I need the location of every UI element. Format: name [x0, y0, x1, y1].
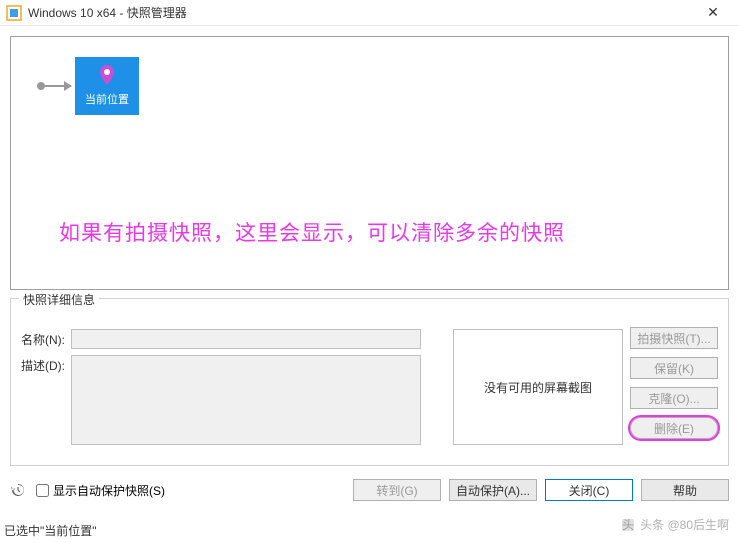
watermark-icon: 头	[620, 517, 636, 533]
bottom-buttons: 转到(G) 自动保护(A)... 关闭(C) 帮助	[353, 479, 729, 501]
delete-button[interactable]: 删除(E)	[630, 417, 718, 439]
name-input[interactable]	[71, 329, 421, 349]
name-label: 名称(N):	[21, 329, 71, 348]
details-legend: 快照详细信息	[19, 291, 99, 308]
history-icon[interactable]	[10, 482, 26, 498]
autoprotect-checkbox-label: 显示自动保护快照(S)	[53, 482, 165, 499]
current-position-node[interactable]: 当前位置	[75, 57, 139, 115]
keep-button[interactable]: 保留(K)	[630, 357, 718, 379]
autoprotect-checkbox-input[interactable]	[36, 484, 49, 497]
status-text: 已选中"当前位置"	[4, 522, 97, 539]
window-title: Windows 10 x64 - 快照管理器	[28, 4, 693, 21]
app-icon	[6, 5, 22, 21]
clone-button[interactable]: 克隆(O)...	[630, 387, 718, 409]
pin-icon	[98, 65, 116, 87]
svg-text:头: 头	[622, 518, 634, 532]
annotation-text: 如果有拍摄快照，这里会显示，可以清除多余的快照	[59, 217, 565, 247]
show-autoprotect-checkbox[interactable]: 显示自动保护快照(S)	[36, 482, 343, 499]
snapshot-details-group: 快照详细信息 名称(N): 描述(D): 没有可用的屏幕截图 拍摄快照(T)..…	[10, 298, 729, 466]
arrow-icon	[41, 85, 71, 87]
screenshot-thumbnail: 没有可用的屏幕截图	[453, 329, 623, 445]
close-button[interactable]: 关闭(C)	[545, 479, 633, 501]
current-position-label: 当前位置	[85, 91, 129, 107]
description-label: 描述(D):	[21, 355, 71, 374]
watermark-text: 头条 @80后生啊	[640, 516, 729, 533]
name-row: 名称(N):	[21, 329, 421, 349]
bottom-bar: 显示自动保护快照(S) 转到(G) 自动保护(A)... 关闭(C) 帮助	[10, 478, 729, 502]
description-row: 描述(D):	[21, 355, 421, 445]
titlebar: Windows 10 x64 - 快照管理器 ✕	[0, 0, 739, 26]
take-snapshot-button[interactable]: 拍摄快照(T)...	[630, 327, 718, 349]
description-input[interactable]	[71, 355, 421, 445]
snapshot-row: 当前位置	[41, 57, 698, 115]
help-button[interactable]: 帮助	[641, 479, 729, 501]
side-button-column: 拍摄快照(T)... 保留(K) 克隆(O)... 删除(E)	[630, 327, 718, 439]
autoprotect-button[interactable]: 自动保护(A)...	[449, 479, 537, 501]
goto-button[interactable]: 转到(G)	[353, 479, 441, 501]
snapshot-tree-area: 当前位置 如果有拍摄快照，这里会显示，可以清除多余的快照	[10, 36, 729, 290]
no-screenshot-text: 没有可用的屏幕截图	[484, 379, 592, 396]
watermark: 头 头条 @80后生啊	[620, 516, 729, 533]
close-icon[interactable]: ✕	[693, 4, 733, 21]
